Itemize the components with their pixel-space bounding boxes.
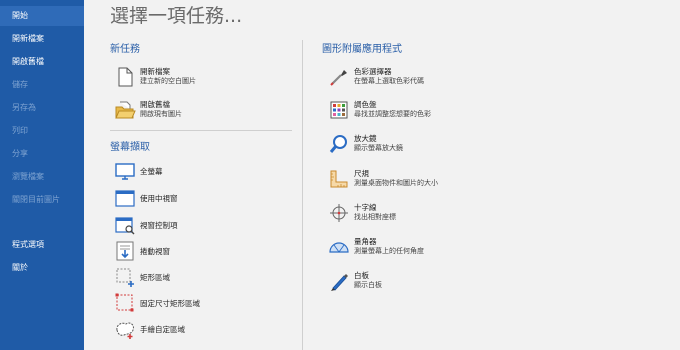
magnifier-icon (328, 133, 350, 155)
fixed-rectangle-icon (114, 292, 136, 314)
whiteboard-description: 顯示白板 (354, 281, 382, 289)
palette-command[interactable]: 調色盤 尋找並調整您想要的色彩 (328, 99, 528, 123)
capture-fullscreen-label: 全螢幕 (140, 167, 163, 176)
main-panel: 選擇一項任務... 新任務 開新檔案 建立新的空白圖片 開啟舊檔 開啟現有圖片 … (84, 0, 680, 350)
sidebar-item-open-file[interactable]: 開啟舊檔 (12, 56, 44, 67)
folder-open-icon (114, 99, 136, 121)
sidebar-item-about[interactable]: 關於 (12, 262, 28, 273)
palette-icon (328, 99, 350, 121)
sidebar-item-print[interactable]: 列印 (12, 125, 28, 136)
new-file-description: 建立新的空白圖片 (140, 77, 196, 85)
whiteboard-command[interactable]: 白板 顯示白板 (328, 270, 528, 294)
window-control-icon (114, 214, 136, 236)
sidebar: 開始 開新檔案 開啟舊檔 儲存 另存為 列印 分享 瀏覽檔案 關閉目前圖片 程式… (0, 0, 84, 350)
new-file-command[interactable]: 開新檔案 建立新的空白圖片 (114, 66, 284, 90)
palette-description: 尋找並調整您想要的色彩 (354, 110, 431, 118)
crosshair-description: 找出相對座標 (354, 213, 396, 221)
sidebar-item-new-file[interactable]: 開新檔案 (12, 33, 44, 44)
window-icon (114, 187, 136, 209)
magnifier-description: 顯示螢幕放大鏡 (354, 144, 403, 152)
color-picker-command[interactable]: 色彩選擇器 在螢幕上選取色彩代碼 (328, 66, 528, 90)
whiteboard-pen-icon (328, 270, 350, 292)
page-title: 選擇一項任務... (110, 5, 243, 27)
capture-rectangle-command[interactable]: 矩形區域 (114, 266, 284, 288)
crosshair-icon (328, 202, 350, 224)
open-file-description: 開啟現有圖片 (140, 110, 182, 118)
sidebar-item-share[interactable]: 分享 (12, 148, 28, 159)
eyedropper-icon (328, 66, 350, 88)
scroll-window-icon (114, 240, 136, 262)
blank-page-icon (114, 66, 136, 88)
ruler-icon (328, 168, 350, 190)
capture-fullscreen-command[interactable]: 全螢幕 (114, 160, 284, 182)
capture-scroll-window-label: 捲動視窗 (140, 247, 170, 256)
protractor-icon (328, 236, 350, 258)
sidebar-item-save-as[interactable]: 另存為 (12, 102, 36, 113)
protractor-command[interactable]: 量角器 測量螢幕上的任何角度 (328, 236, 528, 260)
sidebar-item-start[interactable]: 開始 (0, 6, 84, 26)
capture-window-control-label: 視窗控制項 (140, 221, 178, 230)
monitor-icon (114, 160, 136, 182)
column-divider (302, 40, 303, 350)
section-divider (110, 130, 292, 131)
capture-active-window-label: 使用中視窗 (140, 194, 178, 203)
capture-scroll-window-command[interactable]: 捲動視窗 (114, 240, 284, 262)
capture-rectangle-label: 矩形區域 (140, 273, 170, 282)
capture-fixed-rectangle-command[interactable]: 固定尺寸矩形區域 (114, 292, 284, 314)
section-title-screen-capture: 螢幕擷取 (110, 142, 150, 153)
ruler-command[interactable]: 尺規 測量桌面物件和圖片的大小 (328, 168, 528, 192)
rectangle-region-icon (114, 266, 136, 288)
protractor-description: 測量螢幕上的任何角度 (354, 247, 424, 255)
color-picker-description: 在螢幕上選取色彩代碼 (354, 77, 424, 85)
capture-active-window-command[interactable]: 使用中視窗 (114, 187, 284, 209)
magnifier-command[interactable]: 放大鏡 顯示螢幕放大鏡 (328, 133, 528, 157)
capture-freehand-command[interactable]: 手繪自定區域 (114, 318, 284, 340)
sidebar-item-save[interactable]: 儲存 (12, 79, 28, 90)
capture-window-control-command[interactable]: 視窗控制項 (114, 214, 284, 236)
open-file-command[interactable]: 開啟舊檔 開啟現有圖片 (114, 99, 284, 123)
freehand-region-icon (114, 318, 136, 340)
section-title-accessories: 圖形附屬應用程式 (322, 44, 402, 55)
ruler-description: 測量桌面物件和圖片的大小 (354, 179, 438, 187)
sidebar-item-close-image[interactable]: 關閉目前圖片 (12, 194, 60, 205)
section-title-new-task: 新任務 (110, 44, 140, 55)
capture-fixed-rectangle-label: 固定尺寸矩形區域 (140, 299, 200, 308)
sidebar-item-options[interactable]: 程式選項 (12, 239, 44, 250)
sidebar-item-browse-files[interactable]: 瀏覽檔案 (12, 171, 44, 182)
crosshair-command[interactable]: 十字線 找出相對座標 (328, 202, 528, 226)
capture-freehand-label: 手繪自定區域 (140, 325, 185, 334)
